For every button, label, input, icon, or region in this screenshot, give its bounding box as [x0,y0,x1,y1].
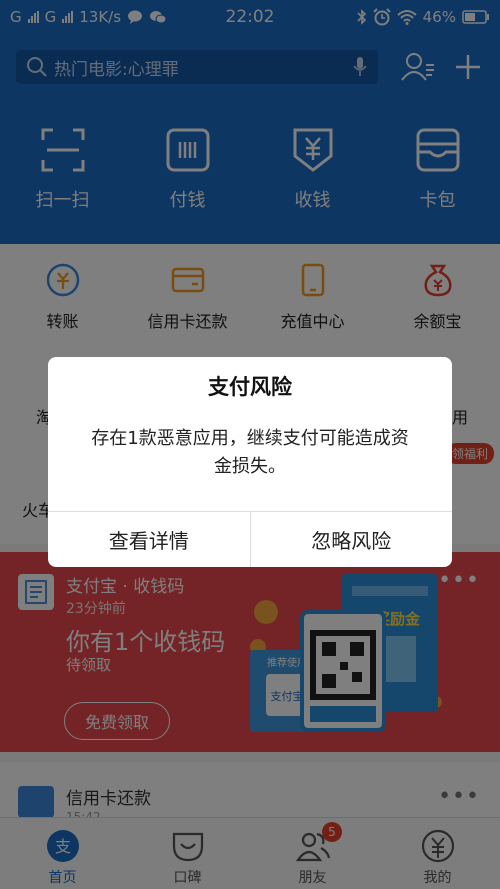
view-details-button[interactable]: 查看详情 [48,512,250,567]
dialog-message: 存在1款恶意应用，继续支付可能造成资金损失。 [91,428,409,477]
dialog-title: 支付风险 [208,375,292,399]
ignore-risk-button[interactable]: 忽略风险 [249,512,453,567]
modal-backdrop[interactable]: 支付风险 存在1款恶意应用，继续支付可能造成资金损失。 查看详情 忽略风险 [0,0,500,889]
payment-risk-dialog: 支付风险 存在1款恶意应用，继续支付可能造成资金损失。 查看详情 忽略风险 [48,357,452,567]
